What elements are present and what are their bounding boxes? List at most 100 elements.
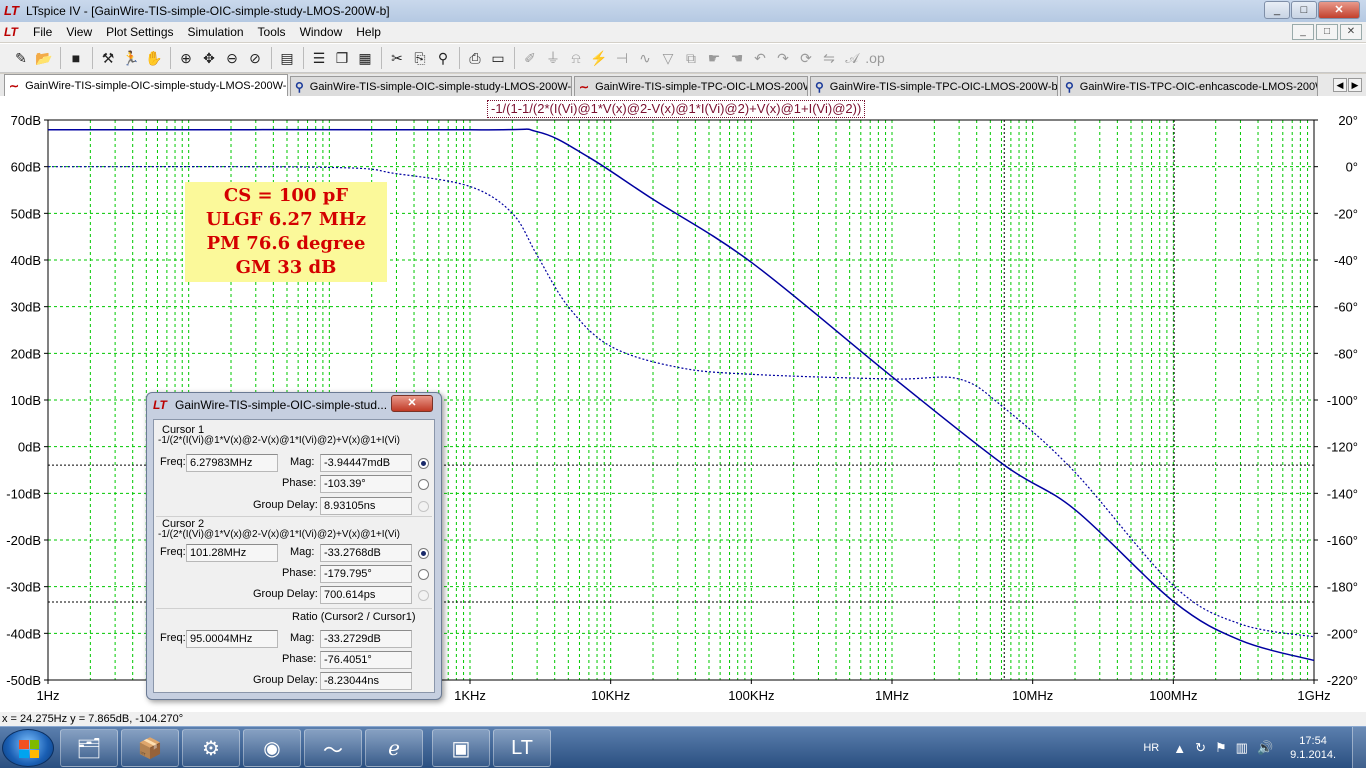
close-button[interactable]: ✕	[1318, 1, 1360, 19]
move-hand-icon[interactable]: ☛	[703, 47, 725, 69]
internet-explorer-taskbar-icon[interactable]: ℯ	[365, 729, 423, 767]
dialog-title-bar[interactable]: LT GainWire-TIS-simple-OIC-simple-stud..…	[147, 393, 441, 417]
find-icon[interactable]: ⚲	[432, 47, 454, 69]
ground-icon[interactable]: ⏚	[542, 47, 564, 69]
language-indicator[interactable]: HR	[1143, 742, 1159, 754]
explorer-taskbar-icon[interactable]: 🗂	[60, 729, 118, 767]
cursor1-mag-field[interactable]: -3.94447mdB	[320, 454, 412, 472]
action-center-flag-icon[interactable]: ⚑	[1215, 740, 1227, 756]
rotate-icon[interactable]: ⟳	[795, 47, 817, 69]
antivirus-taskbar-icon[interactable]: ◉	[243, 729, 301, 767]
redo-icon[interactable]: ↷	[772, 47, 794, 69]
installer-taskbar-icon[interactable]: 📦	[121, 729, 179, 767]
menu-file[interactable]: File	[26, 25, 59, 39]
spice-directive-icon[interactable]: .op	[864, 47, 886, 69]
y-left-tick-label: 40dB	[11, 253, 41, 268]
mdi-close-button[interactable]: ✕	[1340, 24, 1362, 40]
tile-horizontal-icon[interactable]: ▦	[354, 47, 376, 69]
open-icon[interactable]: 📂	[33, 47, 55, 69]
drag-hand-icon[interactable]: ☚	[726, 47, 748, 69]
autorange-icon[interactable]: ▤	[276, 47, 298, 69]
oscilloscope-taskbar-icon[interactable]: 〜	[304, 729, 362, 767]
ratio-freq-field[interactable]: 95.0004MHz	[186, 630, 278, 648]
system-tray: HR ▲ ↻ ⚑ ▥ 🔊 17:54 9.1.2014.	[1143, 727, 1366, 768]
control-panel-icon[interactable]: ⚒	[97, 47, 119, 69]
ltspice-taskbar-icon[interactable]: LT	[493, 729, 551, 767]
tab-plot-tpc-oic[interactable]: ∼ GainWire-TIS-simple-TPC-OIC-LMOS-200W	[574, 76, 808, 96]
tab-scroll-left-icon[interactable]: ◀	[1333, 78, 1347, 92]
cut-icon[interactable]: ✂	[386, 47, 408, 69]
mdi-restore-button[interactable]: □	[1316, 24, 1338, 40]
ratio-group-delay-field[interactable]: -8.23044ns	[320, 672, 412, 690]
menu-view[interactable]: View	[59, 25, 99, 39]
tab-schematic-oic-study[interactable]: ⚲ GainWire-TIS-simple-OIC-simple-study-L…	[290, 76, 572, 96]
save-icon[interactable]: ■	[65, 47, 87, 69]
cursor2-gd-radio[interactable]	[418, 590, 429, 601]
cursor2-phase-radio[interactable]	[418, 569, 429, 580]
network-taskbar-icon[interactable]: ⚙	[182, 729, 240, 767]
cursor1-phase-radio[interactable]	[418, 479, 429, 490]
tile-vertical-icon[interactable]: ☰	[308, 47, 330, 69]
menu-plot-settings[interactable]: Plot Settings	[99, 25, 180, 39]
tab-schematic-enhcascode[interactable]: ⚲ GainWire-TIS-TPC-OIC-enhcascode-LMOS-2…	[1060, 76, 1318, 96]
menu-tools[interactable]: Tools	[251, 25, 293, 39]
print-preview-icon[interactable]: ▭	[487, 47, 509, 69]
cursor1-phase-field[interactable]: -103.39°	[320, 475, 412, 493]
show-desktop-button[interactable]	[1352, 727, 1366, 768]
print-icon[interactable]: ⎙	[464, 47, 486, 69]
cursor2-mag-field[interactable]: -33.2768dB	[320, 544, 412, 562]
sync-icon[interactable]: ↻	[1195, 740, 1206, 756]
new-schematic-icon[interactable]: ✎	[10, 47, 32, 69]
clock[interactable]: 17:54 9.1.2014.	[1290, 734, 1336, 762]
tab-schematic-tpc-oic[interactable]: ⚲ GainWire-TIS-simple-TPC-OIC-LMOS-200W-…	[810, 76, 1058, 96]
zoom-fit-icon[interactable]: ⊘	[244, 47, 266, 69]
mirror-icon[interactable]: ⇋	[818, 47, 840, 69]
cursor1-group-delay-field[interactable]: 8.93105ns	[320, 497, 412, 515]
cursor1-freq-field[interactable]: 6.27983MHz	[186, 454, 278, 472]
halt-icon[interactable]: ✋	[143, 47, 165, 69]
cursor-dialog[interactable]: LT GainWire-TIS-simple-OIC-simple-stud..…	[146, 392, 442, 700]
cascade-icon[interactable]: ❐	[331, 47, 353, 69]
resistor-icon[interactable]: ⚡	[588, 47, 610, 69]
menu-help[interactable]: Help	[349, 25, 388, 39]
trace-label[interactable]: -1/(1-1/(2*(I(Vi)@1*V(x)@2-V(x)@1*I(Vi)@…	[487, 100, 866, 118]
diode-icon[interactable]: ▽	[657, 47, 679, 69]
maximize-button[interactable]: □	[1291, 1, 1317, 19]
component-icon[interactable]: ⧉	[680, 47, 702, 69]
document-icon[interactable]: LT	[4, 25, 20, 39]
menu-window[interactable]: Window	[293, 25, 350, 39]
folder-window-taskbar-icon[interactable]: ▣	[432, 729, 490, 767]
start-button[interactable]	[2, 729, 54, 767]
annotation-box[interactable]: CS = 100 pF ULGF 6.27 MHz PM 76.6 degree…	[185, 182, 387, 282]
ratio-mag-field[interactable]: -33.2729dB	[320, 630, 412, 648]
undo-icon[interactable]: ↶	[749, 47, 771, 69]
tab-scroll-right-icon[interactable]: ▶	[1348, 78, 1362, 92]
zoom-in-icon[interactable]: ⊕	[175, 47, 197, 69]
cursor2-freq-field[interactable]: 101.28MHz	[186, 544, 278, 562]
cursor2-group-delay-field[interactable]: 700.614ps	[320, 586, 412, 604]
capacitor-icon[interactable]: ⊣	[611, 47, 633, 69]
zoom-out-icon[interactable]: ⊖	[221, 47, 243, 69]
run-icon[interactable]: 🏃	[120, 47, 142, 69]
cursor2-mag-radio[interactable]	[418, 548, 429, 559]
ratio-phase-field[interactable]: -76.4051°	[320, 651, 412, 669]
mdi-minimize-button[interactable]: _	[1292, 24, 1314, 40]
y-right-tick-label: -120°	[1327, 440, 1358, 455]
inductor-icon[interactable]: ∿	[634, 47, 656, 69]
minimize-button[interactable]: _	[1264, 1, 1290, 19]
pan-icon[interactable]: ✥	[198, 47, 220, 69]
dialog-close-button[interactable]: ✕	[391, 395, 433, 412]
label-icon[interactable]: ⍾	[565, 47, 587, 69]
cursor1-gd-radio[interactable]	[418, 501, 429, 512]
wire-icon[interactable]: ✐	[519, 47, 541, 69]
menu-simulation[interactable]: Simulation	[181, 25, 251, 39]
cursor1-mag-radio[interactable]	[418, 458, 429, 469]
volume-icon[interactable]: 🔊	[1257, 740, 1273, 756]
y-right-tick-label: 20°	[1338, 113, 1358, 128]
copy-icon[interactable]: ⎘	[409, 47, 431, 69]
text-icon[interactable]: 𝒜	[841, 47, 863, 69]
tab-plot-oic-study[interactable]: ∼ GainWire-TIS-simple-OIC-simple-study-L…	[4, 74, 288, 96]
network-icon[interactable]: ▥	[1236, 740, 1248, 756]
show-hidden-icons-icon[interactable]: ▲	[1173, 741, 1186, 756]
cursor2-phase-field[interactable]: -179.795°	[320, 565, 412, 583]
